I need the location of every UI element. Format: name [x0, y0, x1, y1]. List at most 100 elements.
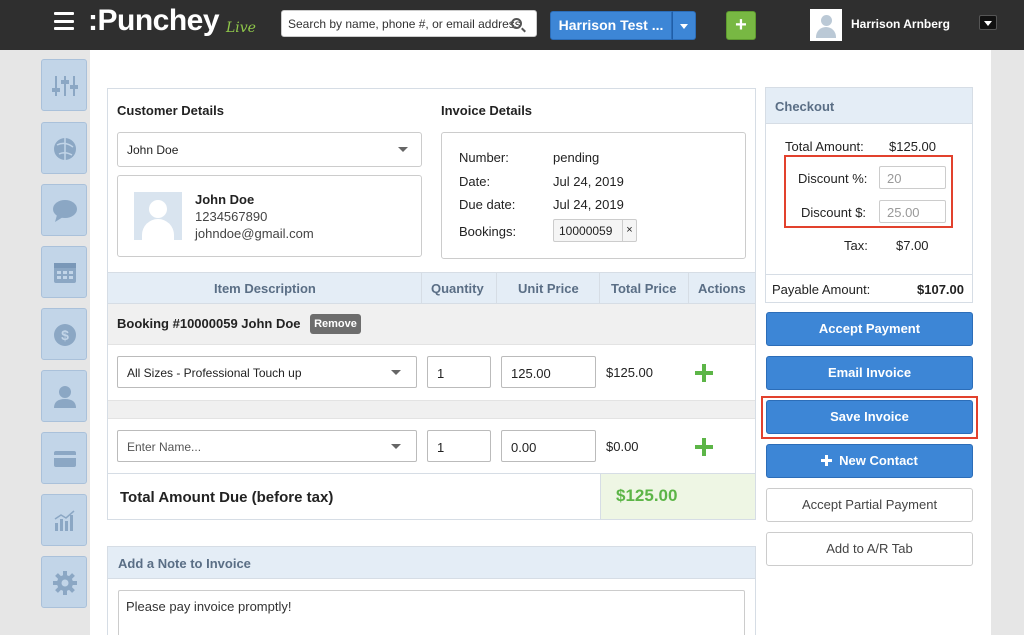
sidebar-item-reports[interactable] [41, 494, 87, 546]
item-description-value: All Sizes - Professional Touch up [127, 366, 302, 380]
user-avatar[interactable] [810, 9, 842, 41]
total-amount-label: Total Amount: [785, 139, 864, 154]
item-total-price: $125.00 [606, 365, 653, 380]
item-description-select[interactable]: All Sizes - Professional Touch up [117, 356, 417, 388]
sidebar-item-settings[interactable] [41, 556, 87, 608]
user-menu-caret-icon[interactable] [979, 15, 997, 30]
calendar-icon [54, 263, 76, 283]
discount-highlight-box [784, 155, 953, 228]
checkout-header: Checkout [766, 88, 972, 124]
customer-card: John Doe 1234567890 johndoe@gmail.com [117, 175, 422, 257]
customer-email: johndoe@gmail.com [195, 226, 314, 241]
tax-label: Tax: [844, 238, 868, 253]
remove-booking-button[interactable]: Remove [310, 314, 361, 334]
column-divider [421, 273, 422, 304]
sidebar-item-settings-sliders[interactable] [41, 59, 87, 111]
hamburger-menu-icon[interactable] [54, 12, 74, 30]
customer-phone: 1234567890 [195, 209, 268, 224]
header-unit-price: Unit Price [518, 281, 579, 296]
invoice-due-date-value: Jul 24, 2019 [553, 197, 624, 212]
payable-divider [765, 274, 973, 275]
email-invoice-button[interactable]: Email Invoice [766, 356, 973, 390]
header-quantity: Quantity [431, 281, 484, 296]
top-bar: :Punchey Live Search by name, phone #, o… [0, 0, 1024, 50]
tax-value: $7.00 [896, 238, 929, 253]
search-icon[interactable] [511, 18, 522, 29]
quantity-value: 1 [437, 366, 445, 381]
new-item-quantity-input[interactable]: 1 [427, 430, 491, 462]
customer-avatar [134, 192, 182, 240]
invoice-date-label: Date: [459, 174, 491, 189]
business-select-button[interactable]: Harrison Test ... [550, 11, 672, 40]
accept-payment-button[interactable]: Accept Payment [766, 312, 973, 346]
business-dropdown-caret-icon[interactable] [672, 11, 696, 40]
sidebar-item-payments[interactable]: $ [41, 308, 87, 360]
search-input[interactable]: Search by name, phone #, or email addres… [281, 10, 537, 37]
search-placeholder: Search by name, phone #, or email addres… [288, 17, 521, 31]
card-icon [54, 451, 76, 467]
chevron-down-icon [391, 444, 401, 449]
customer-select[interactable]: John Doe [117, 132, 422, 167]
logo-live-label: Live [226, 20, 256, 36]
total-amount-due-label: Total Amount Due (before tax) [120, 489, 334, 506]
header-item-description: Item Description [214, 281, 316, 296]
add-new-item-plus-icon[interactable] [695, 438, 713, 456]
booking-group-row: Booking #10000059 John Doe Remove [108, 304, 755, 345]
sidebar-item-messages[interactable] [41, 184, 87, 236]
unit-price-input[interactable]: 125.00 [501, 356, 596, 388]
column-divider [688, 273, 689, 304]
customer-select-value: John Doe [127, 143, 179, 157]
new-contact-button[interactable]: New Contact [766, 444, 973, 478]
invoice-date-value: Jul 24, 2019 [553, 174, 624, 189]
gear-icon [53, 571, 77, 595]
new-item-name-select[interactable]: Enter Name... [117, 430, 417, 462]
sidebar: $ [38, 50, 90, 635]
new-item-total-price: $0.00 [606, 439, 639, 454]
sidebar-item-calendar[interactable] [41, 246, 87, 298]
total-amount-due-cell: $125.00 [600, 474, 755, 519]
note-title: Add a Note to Invoice [118, 556, 251, 571]
new-item-unit-price-input[interactable]: 0.00 [501, 430, 596, 462]
note-card: Add a Note to Invoice Please pay invoice… [107, 546, 756, 635]
user-name[interactable]: Harrison Arnberg [851, 17, 950, 31]
booking-tag-number: 10000059 [559, 224, 613, 238]
globe-icon [54, 138, 76, 160]
total-amount-value: $125.00 [889, 139, 936, 154]
sidebar-item-cards[interactable] [41, 432, 87, 484]
checkout-title: Checkout [775, 99, 835, 114]
invoice-details-box: Number: pending Date: Jul 24, 2019 Due d… [441, 132, 746, 259]
column-divider [496, 273, 497, 304]
column-divider [599, 273, 600, 304]
app-logo[interactable]: :Punchey [88, 4, 220, 38]
chevron-down-icon [398, 147, 408, 152]
invoice-number-value: pending [553, 150, 600, 165]
accept-partial-payment-button[interactable]: Accept Partial Payment [766, 488, 973, 522]
sidebar-item-contacts[interactable] [41, 370, 87, 422]
customer-name: John Doe [195, 192, 255, 207]
sidebar-item-web[interactable] [41, 122, 87, 174]
add-to-ar-tab-button[interactable]: Add to A/R Tab [766, 532, 973, 566]
save-highlight-box [761, 396, 978, 439]
booking-tag-remove-icon[interactable]: × [622, 220, 636, 241]
note-header: Add a Note to Invoice [108, 547, 755, 579]
quantity-input[interactable]: 1 [427, 356, 491, 388]
header-actions: Actions [698, 281, 746, 296]
unit-price-value: 125.00 [511, 366, 551, 381]
plus-icon [821, 455, 833, 466]
svg-text:$: $ [61, 327, 69, 343]
new-item-quantity-value: 1 [437, 440, 445, 455]
invoice-details-title: Invoice Details [441, 103, 533, 118]
note-text: Please pay invoice promptly! [126, 599, 292, 614]
total-amount-due-value: $125.00 [616, 486, 678, 505]
note-textarea[interactable]: Please pay invoice promptly! [118, 590, 745, 635]
items-table-header: Item Description Quantity Unit Price Tot… [108, 272, 755, 304]
add-button[interactable]: + [726, 11, 756, 40]
sliders-icon [52, 76, 78, 96]
dollar-icon: $ [54, 324, 76, 346]
add-item-plus-icon[interactable] [695, 364, 713, 382]
booking-group-title: Booking #10000059 John Doe [117, 316, 301, 331]
customer-details-title: Customer Details [117, 103, 224, 118]
payable-amount-label: Payable Amount: [772, 282, 871, 297]
user-icon [54, 386, 76, 408]
payable-amount-value: $107.00 [917, 282, 964, 297]
